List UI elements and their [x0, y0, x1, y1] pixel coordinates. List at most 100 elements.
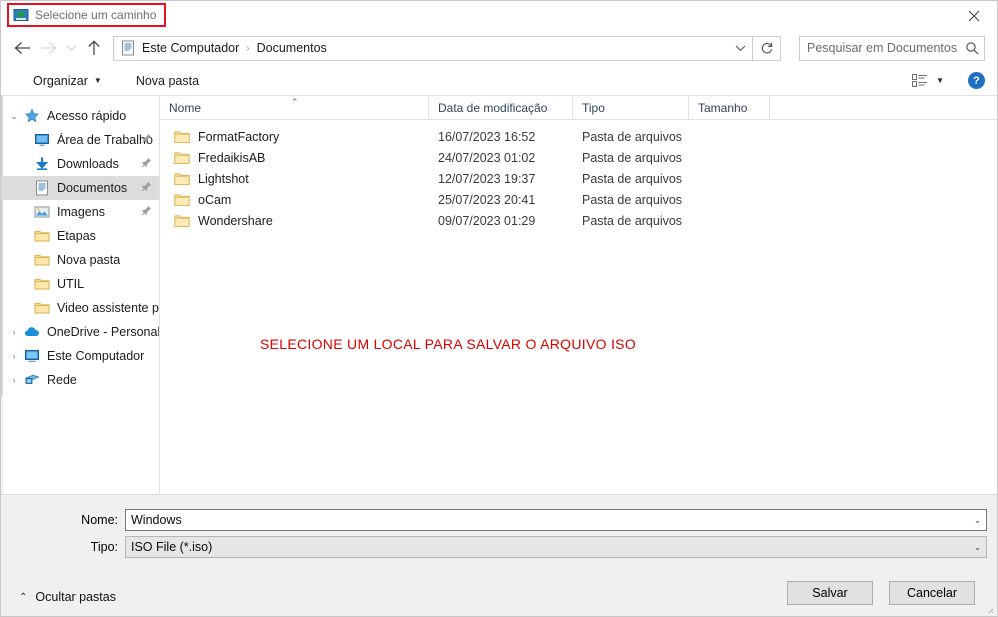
- view-options-button[interactable]: ▼: [906, 71, 950, 91]
- help-label: ?: [973, 74, 980, 87]
- file-name-text: FormatFactory: [198, 129, 280, 144]
- chevron-down-icon: ▼: [93, 76, 102, 85]
- breadcrumb-separator: ›: [246, 42, 250, 54]
- sidebar-item-imagens[interactable]: Imagens: [1, 200, 159, 224]
- pin-icon[interactable]: [141, 205, 152, 219]
- organize-button[interactable]: Organizar ▼: [25, 71, 110, 91]
- sidebar-item-rea-de-trabalho[interactable]: Área de Trabalho: [1, 128, 159, 152]
- this-pc-icon: [23, 348, 40, 364]
- resize-grip-icon[interactable]: [984, 604, 994, 614]
- desktop-icon: [33, 132, 50, 148]
- hide-folders-toggle[interactable]: ⌃ Ocultar pastas: [19, 590, 116, 604]
- address-bar[interactable]: Este Computador › Documentos: [113, 35, 753, 61]
- table-row[interactable]: Wondershare 09/07/2023 01:29 Pasta de arqu…: [160, 210, 997, 231]
- chevron-right-icon[interactable]: ›: [5, 351, 23, 361]
- breadcrumb[interactable]: Este Computador › Documentos: [114, 40, 728, 56]
- star-icon: [23, 108, 40, 124]
- folder-icon: [33, 300, 50, 316]
- sidebar-item-label: Este Computador: [47, 349, 145, 363]
- file-list-pane: Nome ⌃ Data de modificação Tipo Tamanho …: [160, 96, 997, 494]
- sidebar-item-onedrive-personal[interactable]: › OneDrive - Personal: [1, 320, 160, 344]
- chevron-right-icon[interactable]: ›: [5, 327, 23, 337]
- sidebar-item-documentos[interactable]: Documentos: [1, 176, 159, 200]
- filename-value[interactable]: Windows: [126, 513, 969, 527]
- pin-icon[interactable]: [141, 133, 152, 147]
- hide-folders-label: Ocultar pastas: [35, 590, 116, 604]
- column-header-nome-label: Nome: [169, 100, 202, 115]
- documents-icon: [120, 40, 136, 56]
- sidebar-item-downloads[interactable]: Downloads: [1, 152, 159, 176]
- table-row[interactable]: FormatFactory 16/07/2023 16:52 Pasta de ar…: [160, 126, 997, 147]
- sidebar-item-label: Nova pasta: [57, 253, 121, 267]
- filetype-value: ISO File (*.iso): [131, 540, 213, 554]
- folder-icon: [174, 214, 190, 228]
- file-name-cell[interactable]: FredaikisAB: [160, 151, 429, 165]
- sidebar-item-video-assistente-pin[interactable]: Video assistente pin: [1, 296, 159, 320]
- column-headers: Nome ⌃ Data de modificação Tipo Tamanho: [160, 96, 997, 120]
- organize-label: Organizar: [33, 73, 88, 88]
- folder-icon: [174, 172, 190, 186]
- pin-icon[interactable]: [141, 181, 152, 195]
- sidebar-item-util[interactable]: UTIL: [1, 272, 159, 296]
- breadcrumb-item-1[interactable]: Documentos: [254, 41, 330, 55]
- breadcrumb-item-0[interactable]: Este Computador: [139, 41, 242, 55]
- pin-icon[interactable]: [141, 157, 152, 171]
- filename-row: Nome: Windows ⌄: [1, 509, 997, 531]
- up-button[interactable]: [81, 35, 107, 61]
- file-name-cell[interactable]: Wondershare: [160, 214, 429, 228]
- window-title: Selecione um caminho: [35, 8, 157, 22]
- back-button[interactable]: [9, 35, 35, 61]
- file-name-cell[interactable]: FormatFactory: [160, 130, 429, 144]
- sidebar-item-etapas[interactable]: Etapas: [1, 224, 159, 248]
- help-button[interactable]: ?: [968, 72, 985, 89]
- sidebar-item-acesso-r-pido[interactable]: ⌄ Acesso rápido: [1, 104, 159, 128]
- chevron-right-icon[interactable]: ›: [5, 375, 23, 385]
- file-modified-cell: 09/07/2023 01:29: [438, 213, 536, 228]
- recent-locations-button[interactable]: [61, 35, 81, 61]
- new-folder-label: Nova pasta: [135, 73, 200, 88]
- search-box[interactable]: [799, 35, 985, 61]
- column-header-nome[interactable]: Nome ⌃: [160, 96, 429, 119]
- chevron-down-icon[interactable]: ⌄: [969, 515, 986, 526]
- sidebar-item-rede[interactable]: › Rede: [1, 368, 159, 392]
- file-name-text: oCam: [198, 192, 232, 207]
- downloads-icon: [33, 156, 50, 172]
- save-button[interactable]: Salvar: [787, 581, 873, 605]
- chevron-down-icon[interactable]: ⌄: [5, 111, 23, 122]
- file-name-cell[interactable]: oCam: [160, 193, 429, 207]
- sidebar-item-label: OneDrive - Personal: [47, 325, 159, 339]
- filename-combobox[interactable]: Windows ⌄: [125, 509, 987, 531]
- sidebar-item-label: Área de Trabalho: [57, 133, 153, 147]
- table-row[interactable]: FredaikisAB 24/07/2023 01:02 Pasta de arqu…: [160, 147, 997, 168]
- file-name-cell[interactable]: Lightshot: [160, 172, 429, 186]
- close-button[interactable]: [951, 1, 997, 30]
- navigation-sidebar[interactable]: ⌄ Acesso rápido Área de Trabalho Downloads D…: [1, 96, 160, 494]
- chevron-down-icon: [66, 45, 76, 52]
- title-bar: Selecione um caminho: [1, 1, 997, 30]
- column-header-tipo[interactable]: Tipo: [573, 96, 689, 119]
- network-icon: [23, 372, 40, 388]
- column-header-tamanho[interactable]: Tamanho: [689, 96, 770, 119]
- search-input[interactable]: [800, 41, 960, 55]
- folder-icon: [33, 228, 50, 244]
- address-dropdown-button[interactable]: [728, 37, 752, 60]
- search-icon[interactable]: [960, 41, 984, 55]
- forward-button[interactable]: [35, 35, 61, 61]
- filetype-combobox[interactable]: ISO File (*.iso) ⌄: [125, 536, 987, 558]
- column-header-data[interactable]: Data de modificação: [429, 96, 573, 119]
- file-modified-cell: 16/07/2023 16:52: [438, 129, 536, 144]
- cancel-button[interactable]: Cancelar: [889, 581, 975, 605]
- refresh-icon: [761, 42, 772, 54]
- pictures-icon: [33, 204, 50, 220]
- column-header-tipo-label: Tipo: [582, 100, 605, 115]
- refresh-button[interactable]: [753, 35, 781, 61]
- table-row[interactable]: Lightshot 12/07/2023 19:37 Pasta de arquiv…: [160, 168, 997, 189]
- chevron-down-icon[interactable]: ⌄: [969, 542, 986, 553]
- dialog-footer: Nome: Windows ⌄ Tipo: ISO File (*.iso) ⌄…: [1, 494, 997, 616]
- file-modified-cell: 12/07/2023 19:37: [438, 171, 536, 186]
- sidebar-item-nova-pasta[interactable]: Nova pasta: [1, 248, 159, 272]
- table-row[interactable]: oCam 25/07/2023 20:41 Pasta de arquivos: [160, 189, 997, 210]
- new-folder-button[interactable]: Nova pasta: [128, 71, 207, 91]
- column-header-spacer: [770, 96, 997, 119]
- sidebar-item-este-computador[interactable]: › Este Computador: [1, 344, 159, 368]
